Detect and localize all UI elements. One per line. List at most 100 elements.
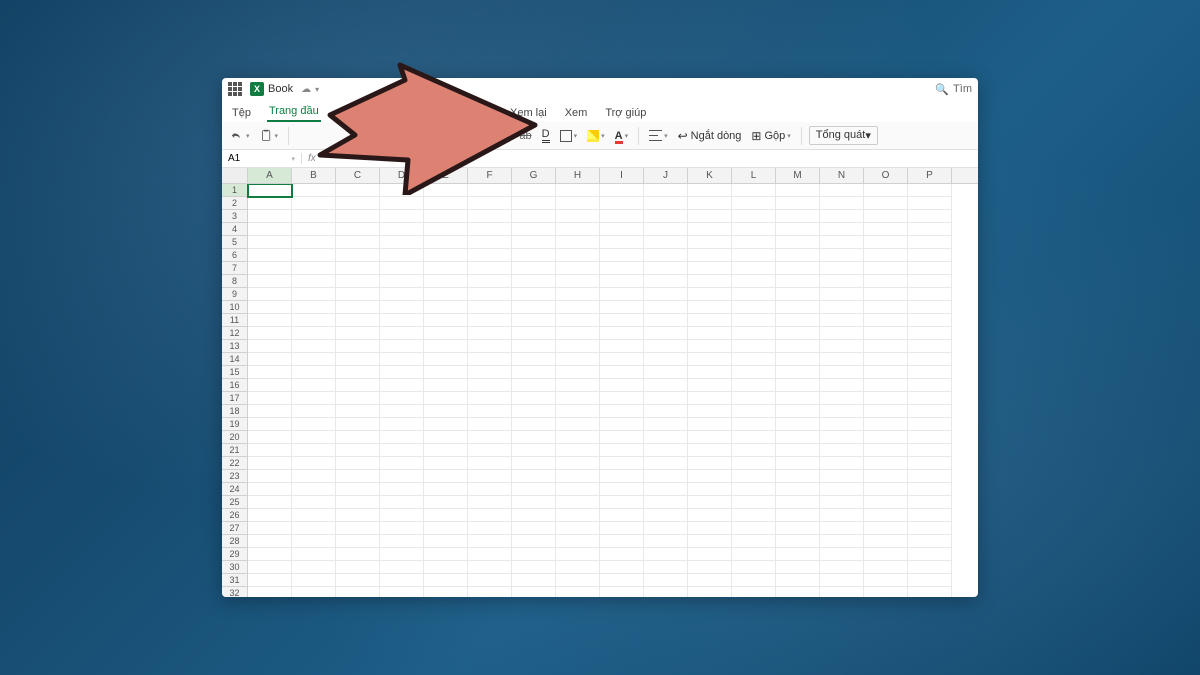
cell[interactable] bbox=[732, 522, 776, 535]
cell[interactable] bbox=[864, 392, 908, 405]
row-header[interactable]: 17 bbox=[222, 392, 248, 405]
cell[interactable] bbox=[644, 431, 688, 444]
cell[interactable] bbox=[248, 236, 292, 249]
cell[interactable] bbox=[732, 249, 776, 262]
align-button[interactable]: ▾ bbox=[646, 128, 671, 143]
cell[interactable] bbox=[776, 379, 820, 392]
cell[interactable] bbox=[248, 405, 292, 418]
cell[interactable] bbox=[512, 340, 556, 353]
cell[interactable] bbox=[688, 457, 732, 470]
cell[interactable] bbox=[512, 548, 556, 561]
cell[interactable] bbox=[336, 301, 380, 314]
cell[interactable] bbox=[248, 262, 292, 275]
cell[interactable] bbox=[248, 210, 292, 223]
cell[interactable] bbox=[424, 574, 468, 587]
cell[interactable] bbox=[380, 483, 424, 496]
cell[interactable] bbox=[292, 249, 336, 262]
wrap-text-button[interactable]: ↩Ngắt dòng bbox=[675, 127, 745, 145]
italic-button[interactable]: I bbox=[484, 126, 494, 145]
cell[interactable] bbox=[424, 236, 468, 249]
cell[interactable] bbox=[600, 379, 644, 392]
cell[interactable] bbox=[820, 405, 864, 418]
row-header[interactable]: 13 bbox=[222, 340, 248, 353]
cell[interactable] bbox=[908, 392, 952, 405]
cell[interactable] bbox=[776, 470, 820, 483]
cell[interactable] bbox=[556, 366, 600, 379]
cell[interactable] bbox=[864, 405, 908, 418]
cell[interactable] bbox=[380, 548, 424, 561]
cell[interactable] bbox=[820, 353, 864, 366]
cell[interactable] bbox=[424, 353, 468, 366]
cell[interactable] bbox=[248, 587, 292, 597]
cell[interactable] bbox=[556, 379, 600, 392]
cell[interactable] bbox=[820, 249, 864, 262]
cell[interactable] bbox=[908, 288, 952, 301]
cell[interactable] bbox=[380, 587, 424, 597]
cell[interactable] bbox=[248, 470, 292, 483]
cell[interactable] bbox=[688, 288, 732, 301]
cell[interactable] bbox=[292, 366, 336, 379]
cell[interactable] bbox=[908, 522, 952, 535]
cell[interactable] bbox=[336, 197, 380, 210]
cell[interactable] bbox=[336, 392, 380, 405]
column-header[interactable]: P bbox=[908, 168, 952, 183]
cell[interactable] bbox=[908, 249, 952, 262]
cell[interactable] bbox=[908, 470, 952, 483]
cell[interactable] bbox=[600, 561, 644, 574]
cell[interactable] bbox=[688, 470, 732, 483]
cell[interactable] bbox=[732, 210, 776, 223]
cell[interactable] bbox=[688, 522, 732, 535]
cell[interactable] bbox=[820, 522, 864, 535]
cell[interactable] bbox=[732, 587, 776, 597]
cell[interactable] bbox=[732, 314, 776, 327]
cell[interactable] bbox=[776, 184, 820, 197]
cell[interactable] bbox=[468, 262, 512, 275]
row-header[interactable]: 32 bbox=[222, 587, 248, 597]
cell[interactable] bbox=[600, 548, 644, 561]
row-header[interactable]: 15 bbox=[222, 366, 248, 379]
cell[interactable] bbox=[468, 457, 512, 470]
cell[interactable] bbox=[908, 457, 952, 470]
cell[interactable] bbox=[644, 288, 688, 301]
cell[interactable] bbox=[292, 457, 336, 470]
cell[interactable] bbox=[864, 288, 908, 301]
cell[interactable] bbox=[292, 548, 336, 561]
cell[interactable] bbox=[556, 262, 600, 275]
borders-button[interactable]: ▾ bbox=[557, 128, 581, 144]
cell[interactable] bbox=[556, 340, 600, 353]
cell[interactable] bbox=[556, 574, 600, 587]
column-header[interactable]: H bbox=[556, 168, 600, 183]
cell[interactable] bbox=[248, 392, 292, 405]
fill-color-button[interactable]: ▾ bbox=[584, 128, 608, 144]
cell[interactable] bbox=[776, 301, 820, 314]
row-header[interactable]: 28 bbox=[222, 535, 248, 548]
cell[interactable] bbox=[248, 223, 292, 236]
cell[interactable] bbox=[732, 262, 776, 275]
column-header[interactable]: I bbox=[600, 168, 644, 183]
cell[interactable] bbox=[556, 405, 600, 418]
cell[interactable] bbox=[644, 210, 688, 223]
cell[interactable] bbox=[380, 431, 424, 444]
cell[interactable] bbox=[556, 535, 600, 548]
cell[interactable] bbox=[600, 210, 644, 223]
cell[interactable] bbox=[512, 574, 556, 587]
cell[interactable] bbox=[424, 379, 468, 392]
cell[interactable] bbox=[248, 197, 292, 210]
cell[interactable] bbox=[644, 340, 688, 353]
cell[interactable] bbox=[468, 249, 512, 262]
cell[interactable] bbox=[820, 184, 864, 197]
cell[interactable] bbox=[600, 418, 644, 431]
cell[interactable] bbox=[908, 314, 952, 327]
cell[interactable] bbox=[468, 210, 512, 223]
cell[interactable] bbox=[600, 444, 644, 457]
cell[interactable] bbox=[776, 366, 820, 379]
row-header[interactable]: 20 bbox=[222, 431, 248, 444]
cell[interactable] bbox=[644, 535, 688, 548]
cell[interactable] bbox=[820, 587, 864, 597]
cell[interactable] bbox=[732, 483, 776, 496]
cell[interactable] bbox=[644, 275, 688, 288]
cell[interactable] bbox=[732, 548, 776, 561]
column-header[interactable]: A bbox=[248, 168, 292, 183]
cell[interactable] bbox=[248, 483, 292, 496]
cell[interactable] bbox=[292, 574, 336, 587]
